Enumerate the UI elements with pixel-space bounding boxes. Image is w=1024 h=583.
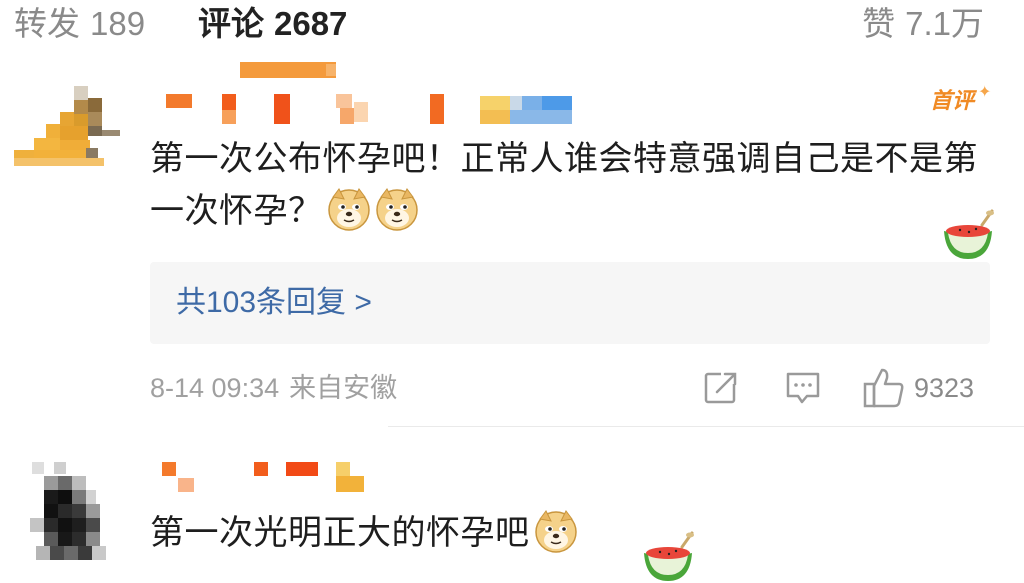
repost-button[interactable] bbox=[703, 366, 739, 410]
thumbs-up-icon bbox=[863, 368, 904, 408]
watermelon-icon bbox=[942, 205, 994, 261]
tab-comment[interactable]: 评论 2687 bbox=[198, 4, 347, 44]
doge-emoji bbox=[327, 187, 371, 231]
username-mosaic[interactable] bbox=[150, 458, 380, 498]
tab-repost[interactable]: 转发 189 bbox=[14, 4, 145, 44]
watermelon-icon bbox=[642, 527, 694, 583]
replies-box[interactable]: 共103条回复 > bbox=[150, 262, 990, 344]
comment-divider bbox=[388, 426, 1024, 427]
sparkle-icon: ✦ bbox=[978, 84, 992, 101]
first-comment-badge-label: 首评 bbox=[930, 88, 975, 113]
view-replies-link[interactable]: 共103条回复 > bbox=[176, 282, 372, 324]
like-button[interactable]: 9323 bbox=[862, 366, 992, 410]
tab-repost-label: 转发 bbox=[14, 5, 80, 42]
avatar[interactable] bbox=[10, 78, 126, 188]
tab-comment-count: 2687 bbox=[274, 5, 348, 42]
avatar-image bbox=[10, 78, 126, 188]
comment-meta-row: 8-14 09:34 来自安徽 9323 bbox=[150, 366, 990, 410]
avatar-image bbox=[30, 462, 106, 560]
comment-location: 来自安徽 bbox=[289, 373, 398, 403]
share-icon bbox=[704, 370, 737, 404]
tab-bar: 转发 189 评论 2687 赞 7.1万 bbox=[0, 0, 1024, 50]
username-mosaic[interactable] bbox=[150, 62, 580, 132]
like-count: 9323 bbox=[914, 373, 975, 403]
comment-time: 8-14 09:34 bbox=[150, 373, 280, 403]
comment-text: 第一次光明正大的怀孕吧 bbox=[150, 507, 710, 559]
tab-repost-count: 189 bbox=[90, 5, 146, 42]
comment-text-content: 第一次公布怀孕吧！正常人谁会特意强调自己是不是第一次怀孕？ bbox=[150, 140, 978, 230]
doge-emoji bbox=[375, 187, 419, 231]
tab-comment-label: 评论 bbox=[198, 5, 264, 42]
reply-button[interactable] bbox=[785, 366, 821, 410]
doge-emoji bbox=[534, 509, 578, 553]
tab-like-count: 7.1万 bbox=[905, 5, 984, 42]
comment-text-content: 第一次光明正大的怀孕吧 bbox=[150, 514, 530, 552]
avatar[interactable] bbox=[22, 462, 118, 569]
tab-like[interactable]: 赞 7.1万 bbox=[862, 4, 984, 44]
comment-icon bbox=[786, 372, 820, 404]
comment-text: 第一次公布怀孕吧！正常人谁会特意强调自己是不是第一次怀孕？ bbox=[150, 133, 980, 237]
first-comment-badge: 首评 ✦ bbox=[930, 84, 991, 116]
comment-meta: 8-14 09:34 来自安徽 bbox=[150, 370, 397, 406]
tab-like-label: 赞 bbox=[862, 5, 896, 42]
